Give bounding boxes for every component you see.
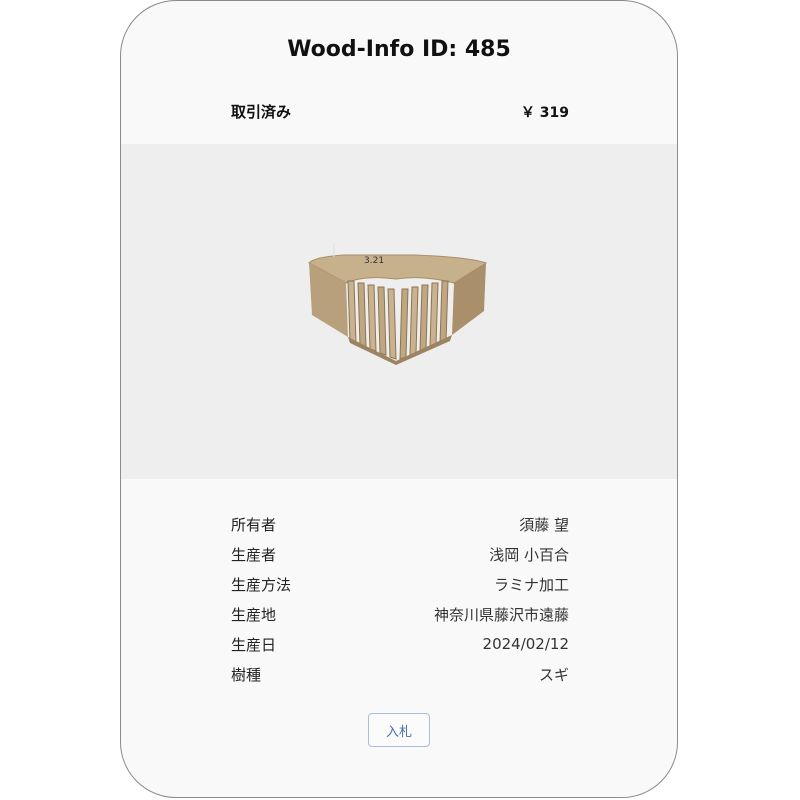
detail-row-producer: 生産者 浅岡 小百合	[231, 539, 569, 569]
detail-value: ラミナ加工	[493, 575, 569, 594]
detail-label: 生産方法	[231, 575, 292, 594]
detail-value: スギ	[538, 665, 569, 684]
bid-button[interactable]: 入札	[368, 713, 430, 747]
detail-label: 樹種	[231, 665, 262, 684]
wood-handwriting: 3.21	[364, 256, 384, 266]
wood-info-card: Wood-Info ID: 485 取引済み ￥ 319 3.21 所有者 須藤…	[120, 0, 678, 798]
wood-product-image: 3.21	[308, 243, 488, 365]
detail-label: 生産地	[231, 605, 277, 624]
detail-label: 所有者	[231, 515, 277, 534]
detail-value: 須藤 望	[519, 515, 569, 534]
detail-row-date: 生産日 2024/02/12	[231, 629, 569, 659]
product-image-area: 3.21	[121, 144, 677, 479]
detail-label: 生産者	[231, 545, 277, 564]
card-title: Wood-Info ID: 485	[287, 37, 511, 62]
details-list: 所有者 須藤 望 生産者 浅岡 小百合 生産方法 ラミナ加工 生産地 神奈川県藤…	[231, 509, 569, 689]
detail-row-method: 生産方法 ラミナ加工	[231, 569, 569, 599]
price: ￥ 319	[520, 104, 569, 121]
detail-value: 2024/02/12	[482, 635, 569, 653]
detail-value: 神奈川県藤沢市遠藤	[433, 605, 569, 624]
detail-label: 生産日	[231, 635, 277, 654]
detail-row-owner: 所有者 須藤 望	[231, 509, 569, 539]
detail-value: 浅岡 小百合	[489, 545, 569, 564]
status-row: 取引済み ￥ 319	[231, 101, 569, 122]
detail-row-location: 生産地 神奈川県藤沢市遠藤	[231, 599, 569, 629]
transaction-status: 取引済み	[231, 103, 292, 121]
detail-row-species: 樹種 スギ	[231, 659, 569, 689]
